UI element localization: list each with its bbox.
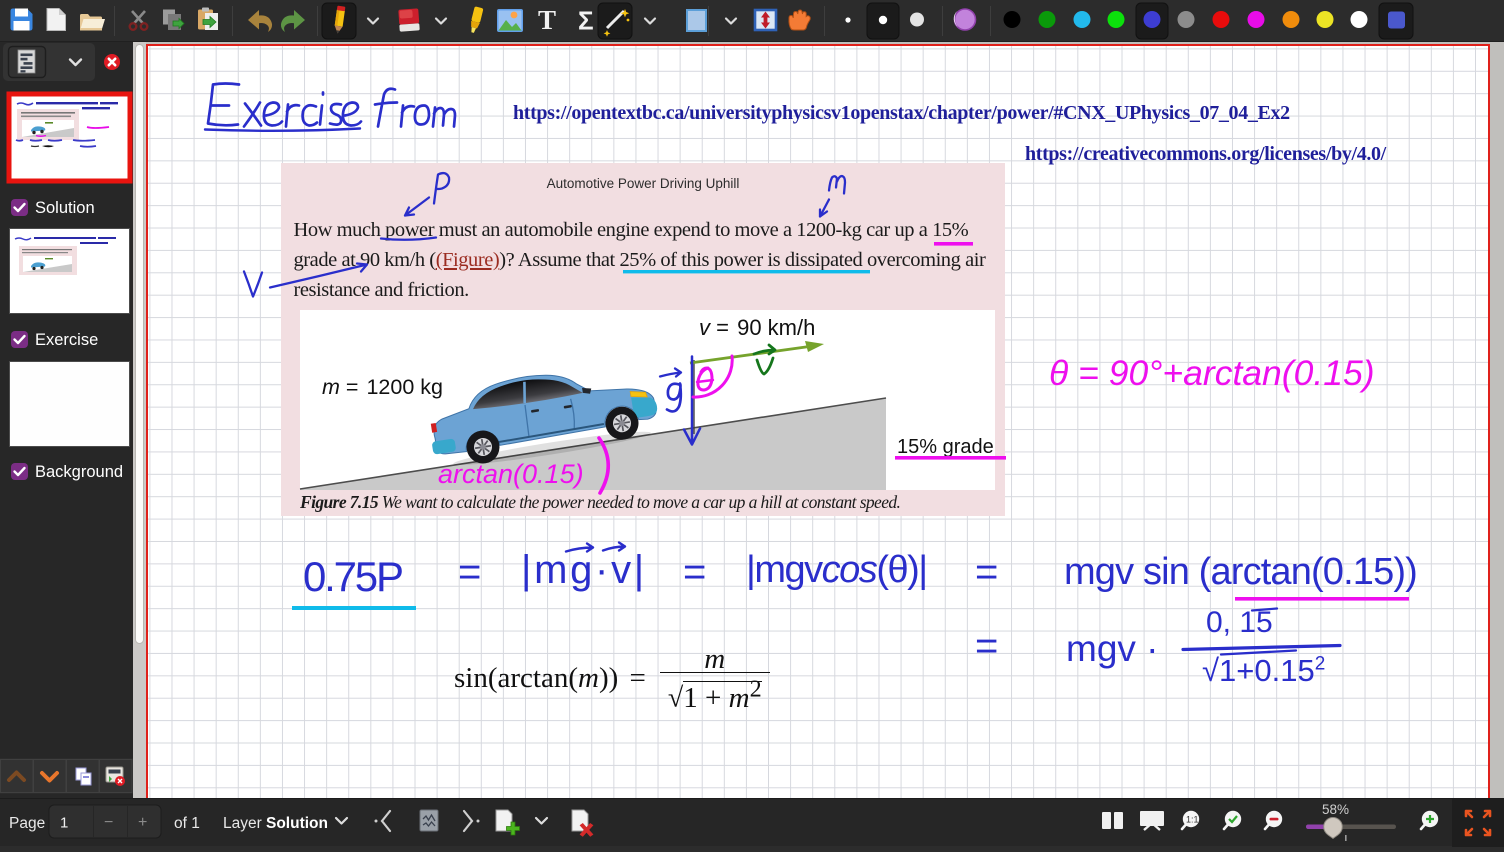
svg-text:1: 1 xyxy=(60,815,68,832)
svg-text:Solution: Solution xyxy=(35,199,95,217)
svg-text:Page: Page xyxy=(9,815,45,832)
svg-text:T: T xyxy=(538,5,556,35)
svg-text:Layer: Layer xyxy=(223,815,262,832)
svg-text:−: − xyxy=(104,814,113,831)
svg-text:58%: 58% xyxy=(1322,802,1349,817)
svg-text:Solution: Solution xyxy=(266,815,328,832)
svg-text:Σ: Σ xyxy=(578,6,594,36)
svg-text:+: + xyxy=(138,814,147,831)
svg-text:Background: Background xyxy=(35,463,123,481)
svg-text:1:1: 1:1 xyxy=(1186,815,1199,825)
svg-text:of 1: of 1 xyxy=(174,815,200,832)
svg-text:Exercise: Exercise xyxy=(35,331,98,349)
